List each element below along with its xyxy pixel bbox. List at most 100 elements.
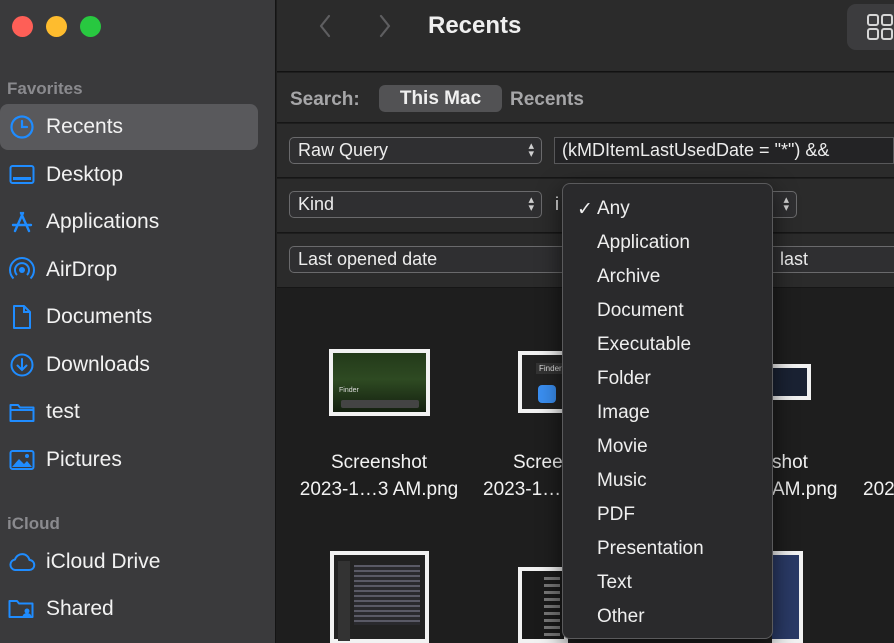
file-thumbnail[interactable]: [772, 551, 803, 643]
sidebar-item-label: Applications: [46, 210, 160, 233]
downloads-icon: [8, 351, 36, 379]
menu-item-label: Folder: [597, 368, 651, 389]
file-thumbnail[interactable]: [772, 364, 811, 400]
sidebar-item-icloud-drive[interactable]: iCloud Drive: [0, 539, 258, 585]
menu-item-music[interactable]: Music: [563, 464, 772, 498]
search-label: Search:: [290, 89, 360, 110]
chevron-left-icon: [319, 14, 331, 38]
sidebar-item-desktop[interactable]: Desktop: [0, 152, 258, 198]
file-name-line2: 2023-1…: [483, 479, 562, 500]
attribute-popup-label: Raw Query: [298, 140, 389, 160]
sidebar-item-downloads[interactable]: Downloads: [0, 342, 258, 388]
thumb-finder-label: Finder: [339, 387, 359, 394]
sidebar-item-applications[interactable]: Applications: [0, 199, 258, 245]
sidebar-item-label: AirDrop: [46, 258, 118, 281]
cloud-icon: [8, 548, 36, 576]
criteria-row-raw-query: Raw Query ▴ ▾ (kMDItemLastUsedDate = "*")…: [277, 124, 894, 178]
operator-fragment: i: [555, 194, 559, 214]
favorites-section-title: Favorites: [7, 79, 83, 98]
icloud-section-title: iCloud: [7, 514, 60, 533]
attribute-popup-label: Last opened date: [298, 249, 438, 269]
menu-item-executable[interactable]: Executable: [563, 328, 772, 362]
sidebar-item-label: Desktop: [46, 163, 124, 186]
menu-item-label: Image: [597, 402, 650, 423]
grid-icon: [867, 14, 893, 40]
sidebar-item-label: Recents: [46, 115, 124, 138]
icon-view-button[interactable]: [847, 4, 894, 50]
menu-item-label: Other: [597, 606, 645, 627]
forward-button[interactable]: [371, 12, 399, 40]
menu-item-folder[interactable]: Folder: [563, 362, 772, 396]
sidebar-item-pictures[interactable]: Pictures: [0, 437, 258, 483]
search-scope-bar: Search: This Mac Recents: [277, 73, 894, 123]
close-window-button[interactable]: [12, 16, 33, 37]
window-controls: [12, 16, 101, 37]
menu-item-image[interactable]: Image: [563, 396, 772, 430]
menu-item-document[interactable]: Document: [563, 294, 772, 328]
attribute-popup[interactable]: Kind ▴ ▾: [289, 191, 542, 218]
checkmark-icon: ✓: [577, 198, 593, 220]
applications-icon: [8, 208, 36, 236]
file-name-line1: Scree: [513, 452, 563, 473]
date-operator-popup[interactable]: last: [757, 246, 894, 273]
file-name-line1: Screenshot: [330, 452, 428, 473]
sidebar-item-recents[interactable]: Recents: [0, 104, 258, 150]
menu-item-label: Presentation: [597, 538, 704, 559]
menu-item-application[interactable]: Application: [563, 226, 772, 260]
sidebar-item-label: test: [46, 400, 80, 423]
sidebar-item-documents[interactable]: Documents: [0, 294, 258, 340]
dock-strip: [341, 400, 419, 408]
raw-query-input[interactable]: (kMDItemLastUsedDate = "*") &&: [554, 137, 894, 164]
attribute-popup-label: Kind: [298, 194, 335, 214]
desktop-icon: [8, 161, 36, 189]
file-name-line1: shot: [772, 452, 808, 473]
menu-item-label: Document: [597, 300, 684, 321]
sidebar-item-shared[interactable]: Shared: [0, 586, 258, 632]
menu-item-label: Any: [597, 198, 630, 219]
thumb-finder-label: Finder: [536, 363, 565, 374]
sidebar-item-airdrop[interactable]: AirDrop: [0, 247, 258, 293]
file-name-line2: 202: [863, 479, 894, 500]
file-thumbnail[interactable]: Finder: [518, 351, 568, 413]
clock-icon: [8, 113, 36, 141]
menu-item-movie[interactable]: Movie: [563, 430, 772, 464]
scope-this-mac[interactable]: This Mac: [379, 85, 502, 112]
window-title: Recents: [428, 12, 522, 39]
file-thumbnail[interactable]: Finder: [329, 349, 430, 416]
menu-item-other[interactable]: Other: [563, 600, 772, 634]
menu-item-archive[interactable]: Archive: [563, 260, 772, 294]
shared-folder-icon: [8, 595, 36, 623]
menu-item-label: Text: [597, 572, 632, 593]
menu-item-presentation[interactable]: Presentation: [563, 532, 772, 566]
file-thumbnail[interactable]: [518, 567, 568, 643]
folder-icon: [8, 398, 36, 426]
toolbar: Recents: [277, 0, 894, 72]
menu-item-label: Application: [597, 232, 690, 253]
sidebar-item-label: Pictures: [46, 448, 122, 471]
sidebar-item-test[interactable]: test: [0, 389, 258, 435]
sidebar-item-label: Documents: [46, 305, 153, 328]
attribute-popup[interactable]: Last opened date: [289, 246, 589, 273]
updown-chevron-icon: ▴ ▾: [783, 194, 789, 214]
pictures-icon: [8, 446, 36, 474]
updown-chevron-icon: ▴ ▾: [528, 194, 534, 214]
menu-item-any[interactable]: ✓ Any: [563, 192, 772, 226]
airdrop-icon: [8, 256, 36, 284]
attribute-popup[interactable]: Raw Query ▴ ▾: [289, 137, 542, 164]
menu-item-pdf[interactable]: PDF: [563, 498, 772, 532]
back-button[interactable]: [311, 12, 339, 40]
scope-recents[interactable]: Recents: [510, 89, 584, 111]
menu-item-label: Music: [597, 470, 647, 491]
menu-item-label: Executable: [597, 334, 692, 355]
updown-chevron-icon: ▴ ▾: [528, 140, 534, 160]
kind-dropdown-menu: ✓ Any Application Archive Document Execu…: [562, 183, 773, 639]
file-name-line2: AM.png: [772, 479, 838, 500]
menu-item-label: PDF: [597, 504, 635, 525]
minimize-window-button[interactable]: [46, 16, 67, 37]
menu-item-label: Archive: [597, 266, 661, 287]
sidebar-item-label: Downloads: [46, 353, 150, 376]
menu-item-text[interactable]: Text: [563, 566, 772, 600]
finder-app-icon: [538, 385, 556, 403]
file-thumbnail[interactable]: [330, 551, 429, 643]
zoom-window-button[interactable]: [80, 16, 101, 37]
